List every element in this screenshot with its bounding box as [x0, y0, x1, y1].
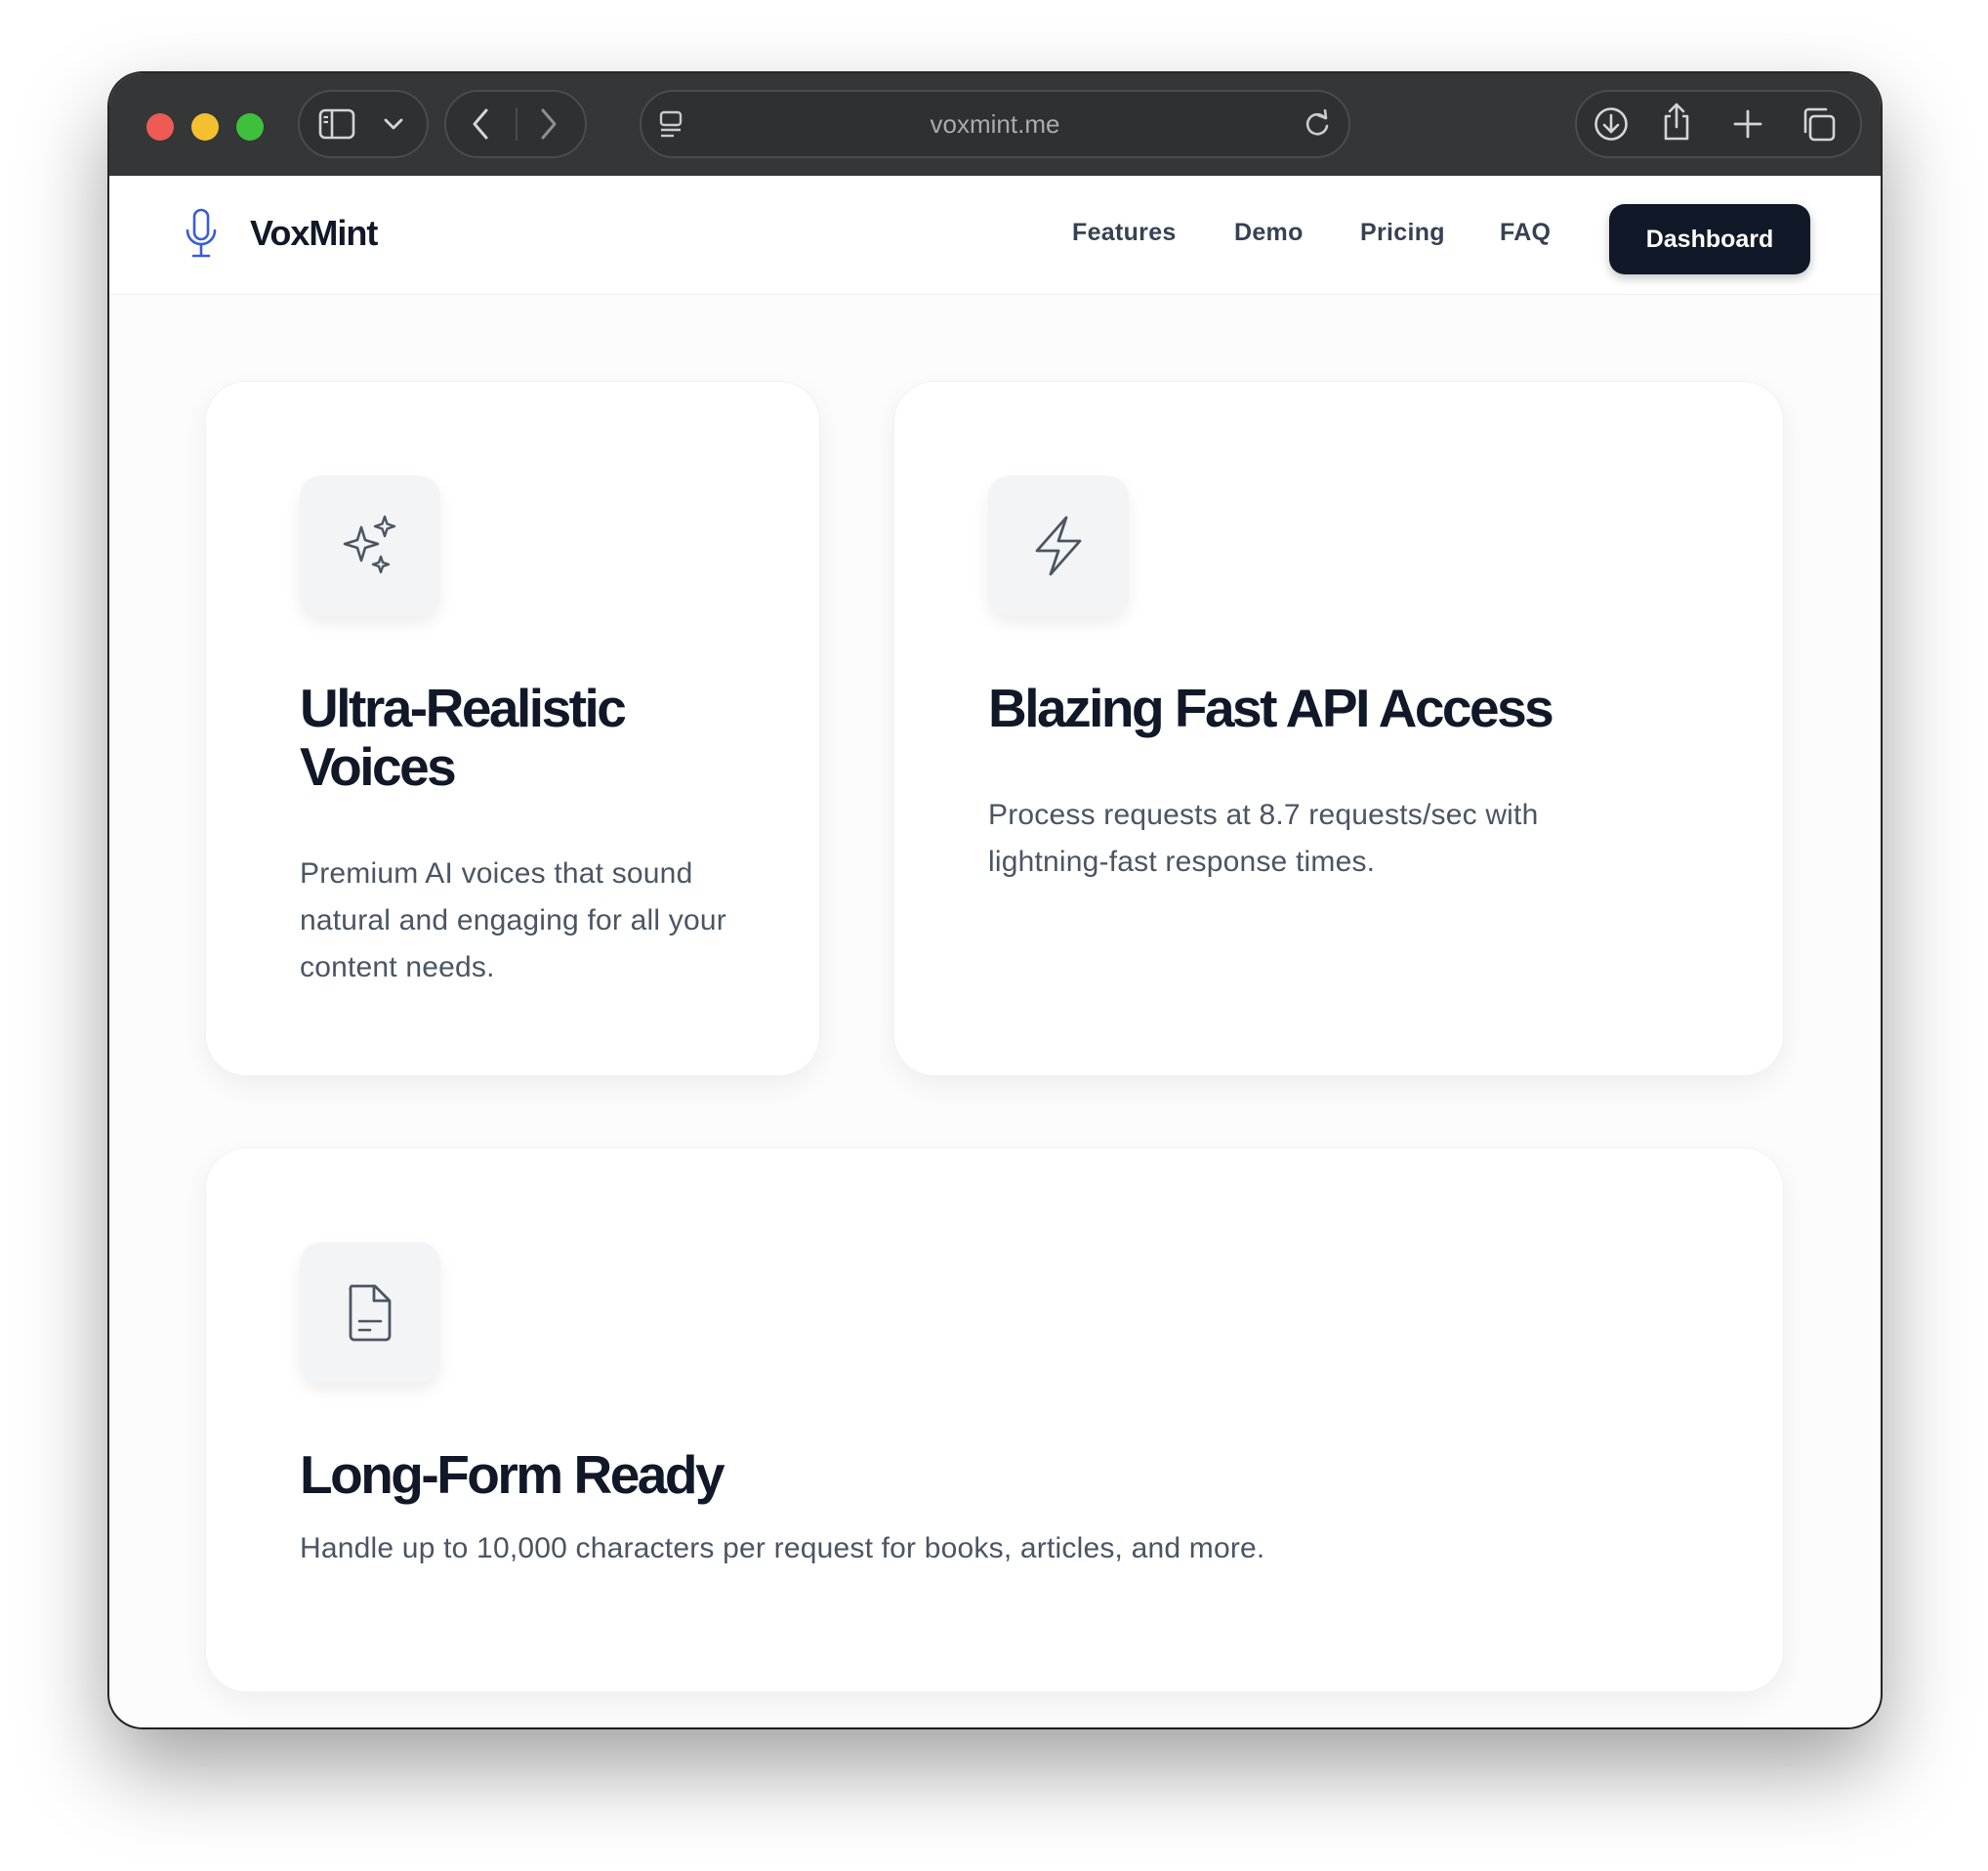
toolbar-actions-group [1575, 90, 1862, 158]
forward-icon[interactable] [532, 104, 565, 144]
sparkles-icon [343, 515, 396, 574]
chevron-down-icon[interactable] [380, 111, 407, 137]
feature-description: Process requests at 8.7 requests/sec wit… [988, 799, 1539, 878]
close-window-button[interactable] [146, 113, 174, 141]
nav-link-features[interactable]: Features [1072, 219, 1177, 247]
share-icon[interactable] [1659, 100, 1694, 145]
nav-link-pricing[interactable]: Pricing [1360, 219, 1445, 247]
back-icon[interactable] [464, 104, 497, 144]
microphone-icon[interactable] [184, 207, 219, 267]
feature-title: Blazing Fast API Access [988, 678, 1554, 738]
history-nav-group [444, 90, 587, 158]
feature-card-api: Blazing Fast API Access Process requests… [893, 381, 1784, 1076]
maximize-window-button[interactable] [236, 113, 264, 141]
reload-icon[interactable] [1302, 108, 1333, 140]
tabs-overview-icon[interactable] [1798, 104, 1839, 145]
lightning-icon [1035, 516, 1082, 576]
site-header: VoxMint Features Demo Pricing FAQ Dashbo… [109, 176, 1881, 295]
feature-description: Handle up to 10,000 characters per reque… [300, 1532, 1265, 1564]
feature-title: Long-Form Ready [300, 1444, 725, 1505]
address-bar[interactable]: voxmint.me [640, 90, 1350, 158]
browser-toolbar: voxmint.me [109, 73, 1881, 177]
feature-card-long-form: Long-Form Ready Handle up to 10,000 char… [205, 1147, 1784, 1692]
download-icon[interactable] [1591, 104, 1632, 145]
minimize-window-button[interactable] [191, 113, 219, 141]
document-icon [349, 1284, 392, 1342]
url-text[interactable]: voxmint.me [642, 92, 1348, 156]
new-tab-icon[interactable] [1729, 105, 1766, 143]
feature-icon-container [988, 476, 1129, 616]
sidebar-icon[interactable] [317, 106, 356, 142]
browser-window: voxmint.me VoxMint Features Demo Pricing… [109, 73, 1881, 1727]
nav-link-demo[interactable]: Demo [1234, 219, 1304, 247]
feature-description: Premium AI voices that sound natural and… [300, 857, 726, 983]
dashboard-button[interactable]: Dashboard [1609, 204, 1810, 274]
sidebar-toggle-group [298, 90, 429, 158]
feature-title: Ultra-Realistic Voices [300, 678, 627, 797]
feature-card-voices: Ultra-Realistic Voices Premium AI voices… [205, 381, 820, 1076]
feature-icon-container [300, 476, 440, 616]
nav-link-faq[interactable]: FAQ [1500, 219, 1551, 247]
brand-name[interactable]: VoxMint [250, 213, 378, 254]
nav-divider [516, 107, 518, 141]
feature-icon-container [300, 1242, 440, 1383]
